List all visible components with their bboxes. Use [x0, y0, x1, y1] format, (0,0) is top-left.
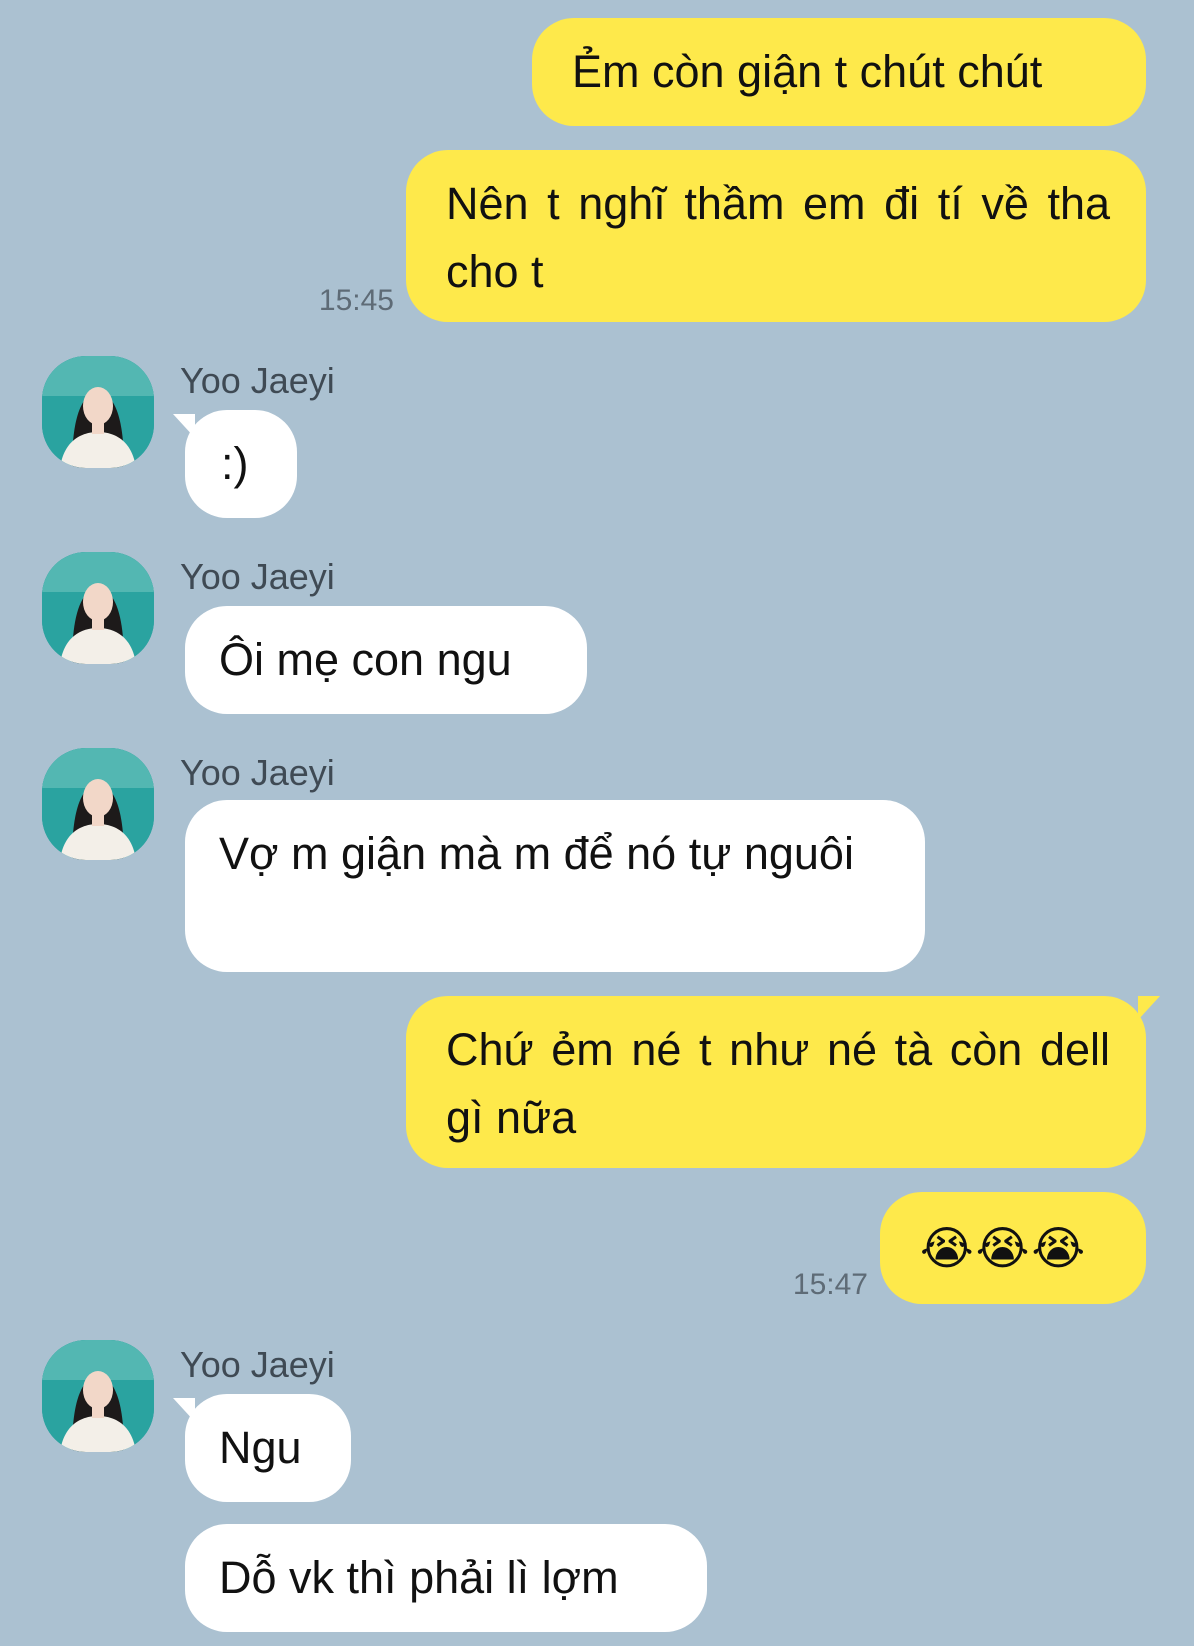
message-text: Vợ m giận mà m để nó tự nguôi — [219, 828, 854, 879]
message-text: Dỗ vk thì phải lì lợm — [219, 1552, 619, 1603]
incoming-message-bubble[interactable]: Vợ m giận mà m để nó tự nguôi — [185, 800, 925, 972]
contact-avatar[interactable] — [42, 356, 154, 468]
avatar-portrait-icon — [42, 356, 154, 468]
outgoing-message-bubble[interactable]: Chứ ẻm né t như né tà còn dell gì nữa — [406, 996, 1160, 1168]
crying-emoji-icon: 😭😭😭 — [920, 1222, 1088, 1274]
sender-name: Yoo Jaeyi — [180, 752, 335, 793]
message-text: Ôi mẹ con ngu — [219, 634, 512, 685]
contact-avatar[interactable] — [42, 1340, 154, 1452]
sender-name: Yoo Jaeyi — [180, 360, 335, 401]
sender-name: Yoo Jaeyi — [180, 1344, 335, 1385]
message-timestamp: 15:47 — [792, 1268, 868, 1301]
outgoing-message-bubble[interactable]: 😭😭😭 — [880, 1192, 1146, 1304]
avatar-portrait-icon — [42, 748, 154, 860]
sender-name: Yoo Jaeyi — [180, 556, 335, 597]
message-text: Ngu — [219, 1422, 302, 1473]
message-text: Chứ ẻm né t như né tà còn dell gì nữa — [446, 1024, 1110, 1143]
avatar-portrait-icon — [42, 552, 154, 664]
chat-message-list[interactable]: Ẻm còn giận t chút chút Nên t nghĩ thầm … — [0, 0, 1194, 1646]
contact-avatar[interactable] — [42, 748, 154, 860]
outgoing-message-bubble[interactable]: Ẻm còn giận t chút chút — [532, 18, 1146, 126]
contact-avatar[interactable] — [42, 552, 154, 664]
message-text: Ẻm còn giận t chút chút — [572, 46, 1043, 97]
message-timestamp: 15:45 — [318, 284, 394, 317]
message-text: Nên t nghĩ thầm em đi tí về tha cho t — [446, 178, 1110, 297]
outgoing-message-bubble[interactable]: Nên t nghĩ thầm em đi tí về tha cho t — [406, 150, 1146, 322]
incoming-message-bubble[interactable]: :) — [173, 410, 297, 518]
message-text: :) — [221, 438, 249, 489]
incoming-message-bubble[interactable]: Ôi mẹ con ngu — [185, 606, 587, 714]
incoming-message-bubble[interactable]: Dỗ vk thì phải lì lợm — [185, 1524, 707, 1632]
incoming-message-bubble[interactable]: Ngu — [173, 1394, 351, 1502]
avatar-portrait-icon — [42, 1340, 154, 1452]
